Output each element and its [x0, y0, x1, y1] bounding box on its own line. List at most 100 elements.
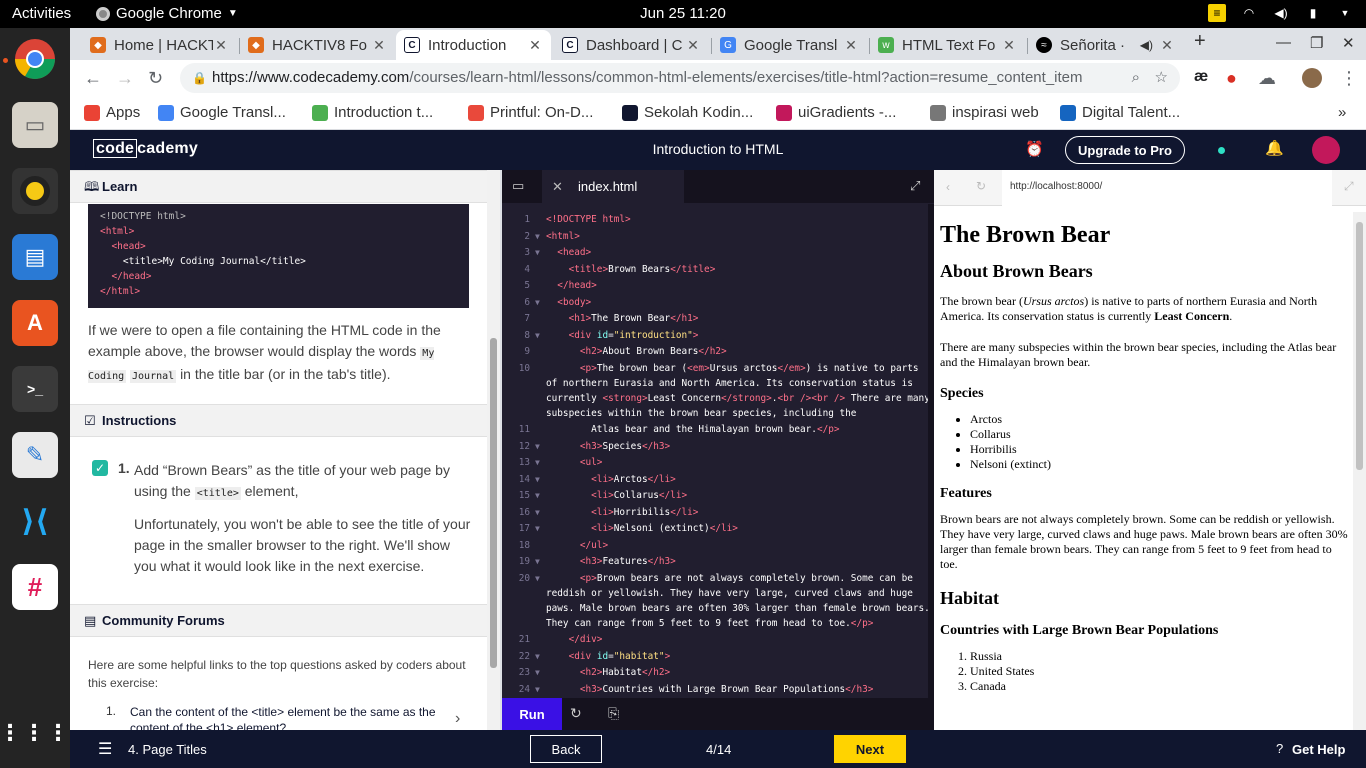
bookmark-uigradients[interactable]: uiGradients -... — [776, 104, 896, 121]
next-button[interactable]: Next — [834, 735, 906, 763]
close-icon[interactable]: ✕ — [213, 37, 229, 54]
extension-ae-icon[interactable]: æ — [1194, 68, 1208, 86]
extension-cloud-icon[interactable]: ☁ — [1258, 68, 1276, 89]
code-area[interactable]: 1 <!DOCTYPE html> 2 ▼ <html> 3 ▼ <head> 4 <titl… — [502, 212, 934, 698]
page-label[interactable]: 4. Page Titles — [128, 742, 207, 757]
new-tab-button[interactable]: + — [1194, 30, 1206, 53]
close-icon[interactable]: ✕ — [843, 37, 859, 54]
forward-arrow-icon[interactable]: → — [116, 68, 134, 89]
codecademy-logo[interactable]: code cademy — [93, 139, 198, 158]
chevron-right-icon[interactable]: › — [455, 710, 460, 728]
battery-icon[interactable]: ▮ — [1304, 4, 1322, 22]
close-icon[interactable]: ✕ — [527, 37, 543, 54]
tab-hacktiv8[interactable]: ◆ HACKTIV8 Fo ✕ — [240, 30, 395, 60]
fold-arrow-icon[interactable]: ▼ — [535, 665, 540, 680]
system-tray[interactable]: ≡ ◠ ◀) ▮ ▼ — [1208, 4, 1354, 22]
reload-icon[interactable]: ↻ — [148, 68, 163, 89]
close-window-button[interactable]: ✕ — [1342, 34, 1355, 52]
scrollbar-thumb[interactable] — [1356, 222, 1363, 470]
writer-icon[interactable]: ▤ — [12, 234, 58, 280]
menu-icon[interactable]: ☰ — [98, 739, 112, 759]
folder-icon[interactable]: ▭ — [512, 178, 524, 194]
address-bar[interactable]: 🔒 https://www.codecademy.com/courses/lea… — [180, 63, 1180, 93]
expand-icon[interactable]: ⤢ — [1344, 179, 1354, 194]
run-button[interactable]: Run — [502, 698, 562, 730]
fold-arrow-icon[interactable]: ▼ — [535, 455, 540, 470]
bell-icon[interactable]: 🔔 — [1265, 139, 1284, 157]
tab-introduction[interactable]: C Introduction ✕ — [396, 30, 551, 60]
software-center-icon[interactable]: A — [12, 300, 58, 346]
more-bookmarks-icon[interactable]: » — [1338, 104, 1346, 121]
close-icon[interactable]: ✕ — [1001, 37, 1017, 54]
profile-avatar[interactable] — [1302, 68, 1322, 88]
bookmark-inspirasi-web[interactable]: inspirasi web — [930, 104, 1039, 121]
bookmark-google-translate[interactable]: Google Transl... — [158, 104, 286, 121]
fold-arrow-icon[interactable]: ▼ — [535, 649, 540, 664]
minimize-button[interactable]: — — [1276, 34, 1291, 51]
vscode-icon[interactable]: ⟩⟨ — [12, 498, 58, 544]
notes-icon[interactable]: ≡ — [1208, 4, 1226, 22]
learn-scrollbar[interactable] — [487, 170, 500, 730]
close-icon[interactable]: ✕ — [552, 170, 563, 203]
terminal-icon[interactable]: >_ — [12, 366, 58, 412]
alarm-icon[interactable]: ⏰ — [1025, 140, 1044, 158]
instructions-section-header[interactable]: ☑ Instructions — [70, 404, 487, 437]
wifi-icon[interactable]: ◠ — [1240, 4, 1258, 22]
close-icon[interactable]: ✕ — [371, 37, 387, 54]
preview-scrollbar[interactable] — [1353, 212, 1366, 730]
chrome-icon[interactable] — [12, 36, 58, 82]
files-icon[interactable]: ▭ — [12, 102, 58, 148]
slack-icon[interactable]: # — [12, 564, 58, 610]
forums-section-header[interactable]: ▤ Community Forums — [70, 604, 487, 637]
back-arrow-icon[interactable]: ← — [84, 68, 102, 89]
back-arrow-icon[interactable]: ‹ — [946, 180, 950, 194]
clipboard-icon[interactable]: ⎘ — [608, 705, 619, 722]
fold-arrow-icon[interactable]: ▼ — [535, 328, 540, 343]
upgrade-button[interactable]: Upgrade to Pro — [1065, 136, 1185, 164]
reload-icon[interactable]: ↻ — [976, 179, 986, 193]
app-menu[interactable]: Google Chrome ▼ — [96, 5, 238, 22]
fold-arrow-icon[interactable]: ▼ — [535, 245, 540, 260]
show-applications-icon[interactable]: ⋮⋮⋮ — [0, 710, 69, 756]
avatar[interactable] — [1312, 136, 1340, 164]
zoom-icon[interactable]: ⌕ — [1132, 63, 1140, 93]
volume-icon[interactable]: ◀) — [1272, 4, 1290, 22]
tab-home-hacktiv8[interactable]: ◆ Home | HACKT ✕ — [82, 30, 237, 60]
fold-arrow-icon[interactable]: ▼ — [535, 682, 540, 697]
fold-arrow-icon[interactable]: ▼ — [535, 488, 540, 503]
bookmark-printful[interactable]: Printful: On-D... — [468, 104, 593, 121]
extension-record-icon[interactable]: ● — [1226, 68, 1237, 89]
bookmark-apps[interactable]: Apps — [84, 104, 140, 121]
fold-arrow-icon[interactable]: ▼ — [535, 229, 540, 244]
tab-google-translate[interactable]: G Google Transl ✕ — [712, 30, 867, 60]
rhythmbox-icon[interactable] — [12, 168, 58, 214]
tab-dashboard[interactable]: C Dashboard | C ✕ — [554, 30, 709, 60]
activities-button[interactable]: Activities — [12, 5, 71, 22]
fold-arrow-icon[interactable]: ▼ — [535, 521, 540, 536]
close-icon[interactable]: ✕ — [1159, 37, 1175, 54]
fold-arrow-icon[interactable]: ▼ — [535, 571, 540, 586]
bookmark-digital-talent[interactable]: Digital Talent... — [1060, 104, 1180, 121]
reset-icon[interactable]: ↻ — [570, 705, 582, 722]
scrollbar-thumb[interactable] — [490, 338, 497, 668]
menu-kebab-icon[interactable]: ⋮ — [1340, 68, 1358, 89]
tab-senorita[interactable]: ≈ Señorita · ◀) ✕ — [1028, 30, 1183, 60]
fold-arrow-icon[interactable]: ▼ — [535, 505, 540, 520]
fold-arrow-icon[interactable]: ▼ — [535, 439, 540, 454]
speaker-icon[interactable]: ◀) — [1140, 38, 1153, 52]
preview-url[interactable]: http://localhost:8000/ — [1002, 170, 1332, 206]
back-button[interactable]: Back — [530, 735, 602, 763]
file-tab[interactable]: ✕ index.html — [542, 170, 684, 203]
learn-section-header[interactable]: 🕮 Learn — [70, 170, 487, 203]
fold-arrow-icon[interactable]: ▼ — [535, 295, 540, 310]
fold-arrow-icon[interactable]: ▼ — [535, 472, 540, 487]
text-editor-icon[interactable]: ✎ — [12, 432, 58, 478]
expand-icon[interactable]: ⤢ — [910, 178, 920, 194]
caret-down-icon[interactable]: ▼ — [1336, 4, 1354, 22]
bookmark-star-icon[interactable]: ☆ — [1155, 63, 1168, 93]
close-icon[interactable]: ✕ — [685, 37, 701, 54]
help-icon[interactable]: ? — [1276, 741, 1283, 756]
task-complete-checkbox[interactable]: ✓ — [92, 460, 108, 476]
tab-html-text[interactable]: w HTML Text Fo ✕ — [870, 30, 1025, 60]
bookmark-sekolah-koding[interactable]: Sekolah Kodin... — [622, 104, 753, 121]
